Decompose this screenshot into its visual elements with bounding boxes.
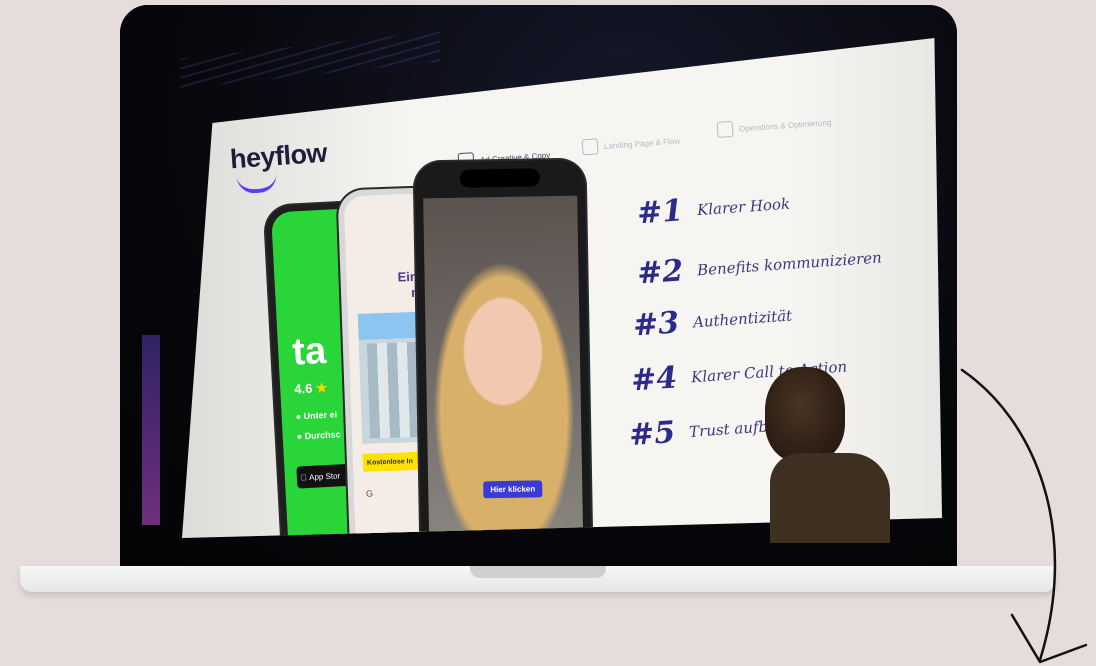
video-frame: [423, 195, 584, 538]
step-label: Operations & Optimierung: [738, 117, 832, 133]
feature-line: ● Unter ei: [295, 409, 338, 422]
laptop-notch: [470, 566, 606, 578]
laptop-screen: heyflow Ad Creative & Copy Landing Page …: [120, 5, 957, 575]
gear-icon: [716, 120, 734, 138]
star-icon: ★: [315, 379, 328, 396]
app-name: ta: [291, 329, 328, 374]
store-label: App Stor: [302, 471, 341, 482]
apple-icon: : [301, 473, 307, 482]
presenter-body: [770, 453, 890, 543]
point-text: Klarer Hook: [696, 194, 791, 219]
rating-value: 4.6: [293, 380, 313, 397]
step-label: Landing Page & Flow: [603, 136, 681, 151]
stage-glow: [142, 335, 160, 525]
point-number: #1: [635, 193, 685, 232]
arrow-down-icon: [960, 368, 1088, 664]
point-number: #2: [636, 253, 685, 292]
point-text: Benefits kommunizieren: [696, 247, 883, 279]
feature-text: Durchsc: [304, 429, 341, 442]
flow-icon: [581, 138, 599, 156]
app-rating: 4.6 ★: [294, 380, 328, 398]
point-number: #4: [630, 360, 679, 399]
presenter-head: [765, 367, 845, 462]
point-number: #5: [627, 414, 677, 454]
app-store-badge:  App Stor: [296, 463, 353, 489]
point-number: #3: [631, 305, 681, 344]
phone-notch: [459, 168, 541, 188]
video-cta-button: Hier klicken: [483, 480, 543, 499]
feature-line: ● Durchsc: [296, 429, 341, 442]
google-rating: G: [365, 488, 374, 499]
phone-video-ad: Hier klicken: [414, 159, 592, 538]
feature-text: Unter ei: [303, 409, 338, 422]
point-text: Authentizität: [692, 305, 793, 331]
